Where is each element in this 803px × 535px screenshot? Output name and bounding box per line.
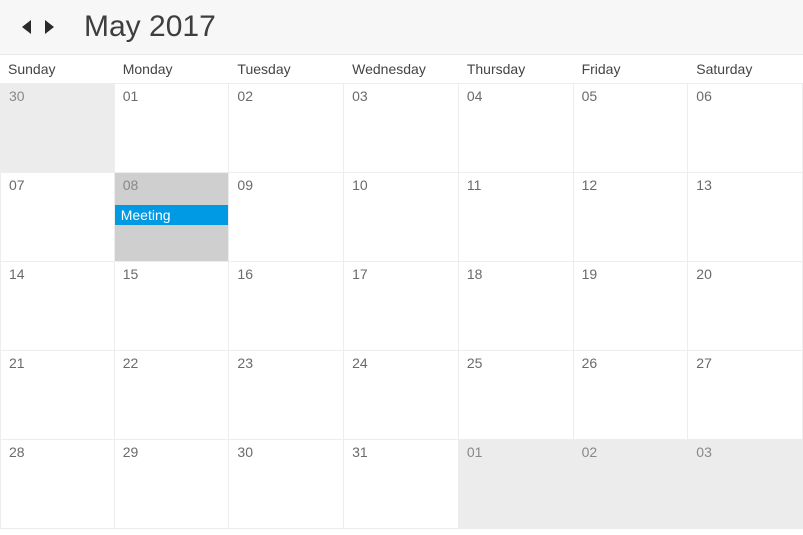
day-number: 28 — [9, 444, 25, 460]
day-cell[interactable]: 07 — [0, 173, 115, 262]
day-header: Wednesday — [344, 55, 459, 83]
day-cell[interactable]: 10 — [344, 173, 459, 262]
day-cell[interactable]: 16 — [229, 262, 344, 351]
calendar-grid: 30 01 02 03 04 05 06 07 08 Meeting 09 10 11 12 13 14 15 1… — [0, 84, 803, 529]
day-cell[interactable]: 22 — [115, 351, 230, 440]
day-cell[interactable]: 02 — [574, 440, 689, 529]
day-cell[interactable]: 25 — [459, 351, 574, 440]
day-number: 23 — [237, 355, 253, 371]
day-number: 05 — [582, 88, 598, 104]
day-number: 19 — [582, 266, 598, 282]
day-number: 11 — [467, 177, 482, 193]
day-number: 27 — [696, 355, 712, 371]
day-cell[interactable]: 14 — [0, 262, 115, 351]
day-cell[interactable]: 31 — [344, 440, 459, 529]
day-number: 24 — [352, 355, 368, 371]
day-number: 07 — [9, 177, 25, 193]
day-cell[interactable]: 04 — [459, 84, 574, 173]
day-cell[interactable]: 01 — [115, 84, 230, 173]
day-cell[interactable]: 18 — [459, 262, 574, 351]
day-number: 16 — [237, 266, 253, 282]
day-number: 12 — [582, 177, 598, 193]
day-cell[interactable]: 06 — [688, 84, 803, 173]
calendar-event[interactable]: Meeting — [115, 205, 229, 225]
day-number: 18 — [467, 266, 483, 282]
day-number: 29 — [123, 444, 139, 460]
day-number: 01 — [123, 88, 139, 104]
day-cell[interactable]: 20 — [688, 262, 803, 351]
day-number: 30 — [237, 444, 253, 460]
day-number: 31 — [352, 444, 368, 460]
day-cell[interactable]: 03 — [344, 84, 459, 173]
day-cell[interactable]: 09 — [229, 173, 344, 262]
day-header: Thursday — [459, 55, 574, 83]
day-number: 22 — [123, 355, 139, 371]
day-number: 03 — [696, 444, 712, 460]
day-cell[interactable]: 11 — [459, 173, 574, 262]
day-number: 02 — [237, 88, 253, 104]
day-number: 30 — [9, 88, 25, 104]
day-number: 21 — [9, 355, 25, 371]
day-number: 17 — [352, 266, 368, 282]
day-cell[interactable]: 12 — [574, 173, 689, 262]
day-number: 14 — [9, 266, 25, 282]
day-cell[interactable]: 19 — [574, 262, 689, 351]
day-number: 15 — [123, 266, 139, 282]
month-title: May 2017 — [84, 10, 216, 44]
calendar-header: May 2017 — [0, 0, 803, 55]
day-cell[interactable]: 21 — [0, 351, 115, 440]
day-cell[interactable]: 05 — [574, 84, 689, 173]
next-month-icon[interactable] — [45, 20, 54, 34]
day-header-row: Sunday Monday Tuesday Wednesday Thursday… — [0, 55, 803, 84]
day-header: Sunday — [0, 55, 115, 83]
nav-arrows — [22, 20, 54, 34]
day-number: 26 — [582, 355, 598, 371]
prev-month-icon[interactable] — [22, 20, 31, 34]
day-number: 10 — [352, 177, 368, 193]
day-number: 08 — [123, 177, 139, 193]
day-cell[interactable]: 17 — [344, 262, 459, 351]
day-number: 25 — [467, 355, 483, 371]
day-cell[interactable]: 30 — [229, 440, 344, 529]
day-number: 09 — [237, 177, 253, 193]
day-header: Monday — [115, 55, 230, 83]
day-number: 20 — [696, 266, 712, 282]
day-number: 04 — [467, 88, 483, 104]
day-number: 02 — [582, 444, 598, 460]
day-cell[interactable]: 02 — [229, 84, 344, 173]
day-number: 03 — [352, 88, 368, 104]
day-cell[interactable]: 13 — [688, 173, 803, 262]
day-cell[interactable]: 24 — [344, 351, 459, 440]
day-number: 13 — [696, 177, 712, 193]
day-cell[interactable]: 23 — [229, 351, 344, 440]
day-cell[interactable]: 27 — [688, 351, 803, 440]
day-cell[interactable]: 08 Meeting — [115, 173, 230, 262]
day-cell[interactable]: 03 — [688, 440, 803, 529]
day-cell[interactable]: 28 — [0, 440, 115, 529]
day-number: 06 — [696, 88, 712, 104]
day-header: Friday — [574, 55, 689, 83]
day-number: 01 — [467, 444, 483, 460]
day-header: Tuesday — [229, 55, 344, 83]
day-cell[interactable]: 29 — [115, 440, 230, 529]
day-cell[interactable]: 30 — [0, 84, 115, 173]
day-cell[interactable]: 01 — [459, 440, 574, 529]
day-cell[interactable]: 15 — [115, 262, 230, 351]
day-header: Saturday — [688, 55, 803, 83]
day-cell[interactable]: 26 — [574, 351, 689, 440]
